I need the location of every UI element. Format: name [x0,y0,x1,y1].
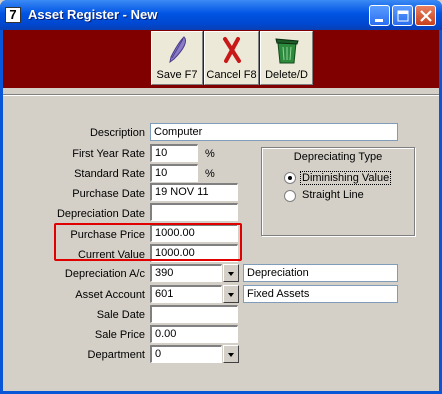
app-window: 7 Asset Register - New Save F7 Cancel F8… [0,0,442,394]
asset-account-select[interactable]: 601 [150,285,222,303]
depreciation-date-label: Depreciation Date [56,208,145,220]
first-year-rate-field[interactable]: 10 [150,144,198,162]
delete-button[interactable]: Delete/D [260,31,313,85]
department-dropdown-button[interactable] [223,345,239,363]
cancel-label: Cancel F8 [206,69,257,81]
standard-rate-unit: % [205,168,215,180]
depreciation-ac-name: Depreciation [243,264,398,282]
title-bar[interactable]: 7 Asset Register - New [0,0,442,30]
depreciating-type-group: Depreciating Type Diminishing Value Stra… [261,147,415,236]
diminishing-value-label[interactable]: Diminishing Value [300,171,392,185]
depreciation-ac-label: Depreciation A/c [64,268,145,280]
close-button[interactable] [415,5,436,26]
depreciation-ac-select[interactable]: 390 [150,264,222,282]
minimize-button[interactable] [369,5,390,26]
asset-account-label: Asset Account [75,289,145,301]
description-label: Description [89,127,145,139]
first-year-rate-unit: % [205,148,215,160]
sale-price-label: Sale Price [94,329,145,341]
asset-account-dropdown-button[interactable] [223,285,239,303]
save-button[interactable]: Save F7 [151,31,203,85]
toolbar: Save F7 Cancel F8 Delete/D [3,30,439,88]
close-icon [420,10,432,22]
client-area: Save F7 Cancel F8 Delete/D Description C… [3,30,439,391]
separator [3,94,439,96]
asset-account-name: Fixed Assets [243,285,398,303]
straight-line-label[interactable]: Straight Line [302,189,364,201]
delete-label: Delete/D [265,69,308,81]
maximize-button[interactable] [392,5,413,26]
straight-line-radio[interactable] [284,190,296,202]
app-icon: 7 [5,7,21,23]
depreciation-ac-dropdown-button[interactable] [223,264,239,282]
purchase-date-label: Purchase Date [72,188,145,200]
depreciation-date-field[interactable] [150,203,238,221]
diminishing-value-radio[interactable] [284,172,296,184]
window-title: Asset Register - New [28,7,158,22]
department-select[interactable]: 0 [150,345,222,363]
standard-rate-label: Standard Rate [74,168,145,180]
minimize-icon [375,19,383,22]
standard-rate-field[interactable]: 10 [150,164,198,182]
feather-pen-icon [169,36,187,64]
save-label: Save F7 [156,69,198,81]
sale-date-label: Sale Date [96,309,145,321]
price-highlight-box [54,223,242,261]
first-year-rate-label: First Year Rate [72,148,145,160]
description-field[interactable]: Computer [150,123,398,141]
cancel-button[interactable]: Cancel F8 [204,31,259,85]
trash-can-icon [274,38,299,64]
sale-price-field[interactable]: 0.00 [150,325,238,343]
depreciating-type-title: Depreciating Type [293,151,383,163]
maximize-icon [397,10,409,22]
department-label: Department [87,349,145,361]
cancel-x-icon [222,37,241,63]
purchase-date-field[interactable]: 19 NOV 11 [150,183,238,201]
sale-date-field[interactable] [150,305,238,323]
